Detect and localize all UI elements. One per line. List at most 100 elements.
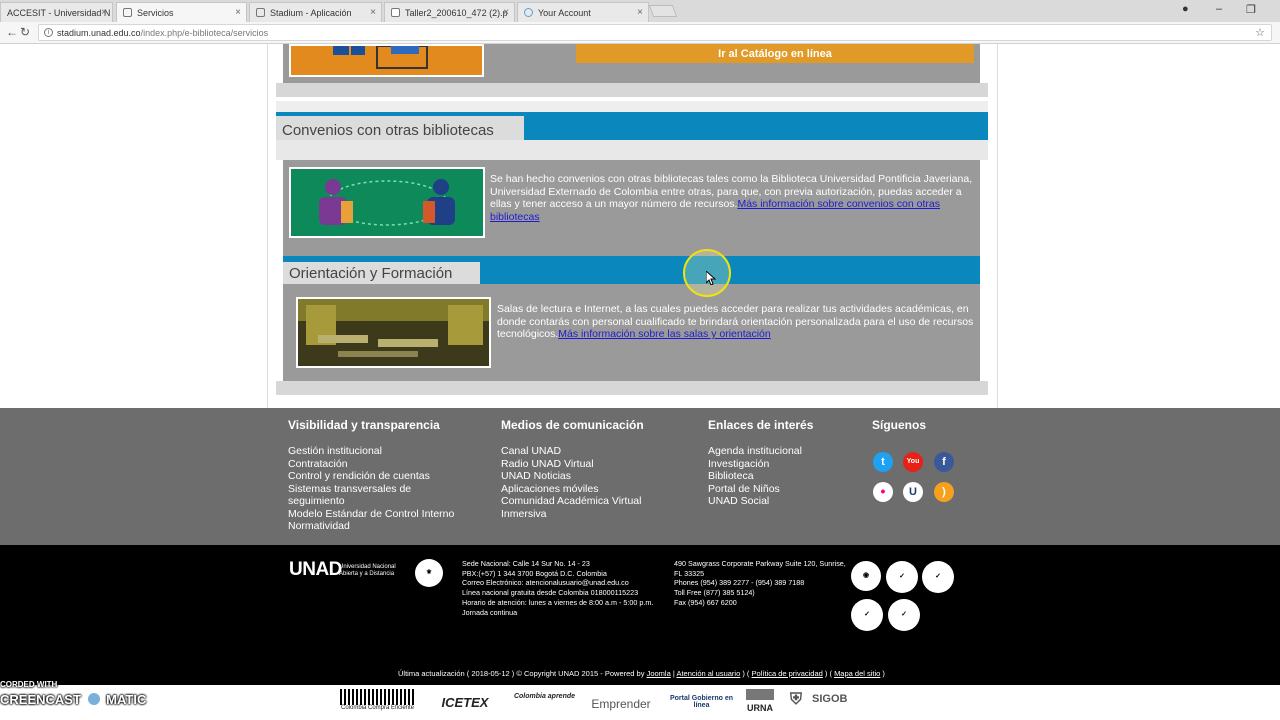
contact-line: Correo Electrónico: atencionalusuario@un… <box>462 578 629 588</box>
footer-link[interactable]: Portal de Niños <box>708 483 813 496</box>
url-host: stadium.unad.edu.co <box>57 28 141 38</box>
sgs-badge-icon: ✓ <box>888 599 920 631</box>
partner-logo-gobierno-en-linea[interactable]: Portal Gobierno en línea <box>664 689 739 715</box>
footer-link[interactable]: seguimiento <box>288 495 454 508</box>
partner-logo-label: SIGOB <box>812 693 848 705</box>
footer-link[interactable]: UNAD Social <box>708 495 813 508</box>
us-contact-line: Fax (954) 667 6200 <box>674 597 737 607</box>
footer-contact: UNAD Universidad Nacional Abierta y a Di… <box>0 545 1280 685</box>
footer-link[interactable]: Canal UNAD <box>501 445 644 458</box>
partner-logo-icetex[interactable]: ICETEX <box>430 689 500 715</box>
new-tab-button[interactable] <box>648 5 678 17</box>
partner-logo-colombia-compra[interactable]: Colombia Compra Eficiente <box>340 689 415 715</box>
section-spacer <box>276 101 988 112</box>
partner-logos: Colombia Compra Eficiente ICETEX Colombi… <box>0 685 1280 720</box>
document-icon <box>391 8 400 17</box>
atencion-usuario-link[interactable]: Atención al usuario <box>676 669 740 678</box>
twitter-icon[interactable]: t <box>873 452 893 472</box>
unad-logo-text: UNAD <box>289 559 342 580</box>
shield-icon: ⛨ <box>790 691 803 708</box>
copyright-text: Última actualización ( 2018-05-12 ) © Co… <box>398 669 645 678</box>
restore-icon[interactable]: ❐ <box>1246 3 1256 16</box>
youtube-icon[interactable]: You <box>903 452 923 472</box>
copyright-line: Última actualización ( 2018-05-12 ) © Co… <box>398 669 885 678</box>
close-icon[interactable]: × <box>503 7 509 18</box>
footer-col-visibilidad: Visibilidad y transparencia Gestión inst… <box>288 418 454 533</box>
watermark-text: CORDED WITH <box>0 680 58 689</box>
contact-line: Sede Nacional: Calle 14 Sur No. 14 - 23 <box>462 559 590 568</box>
star-icon[interactable]: ☆ <box>1255 26 1265 39</box>
footer-link[interactable]: Biblioteca <box>708 470 813 483</box>
info-icon[interactable]: i <box>44 28 53 37</box>
user-profile-icon[interactable]: ● <box>1182 3 1189 15</box>
tab-label: Servicios <box>137 8 174 18</box>
certification-seal-icon: ◉ <box>851 561 881 591</box>
footer-link[interactable]: Control y rendición de cuentas <box>288 470 454 483</box>
orientacion-description: Salas de lectura e Internet, a las cuale… <box>497 303 977 341</box>
unad-icon[interactable]: U <box>903 482 923 502</box>
flickr-icon[interactable]: • <box>873 482 893 502</box>
orientacion-section-title: Orientación y Formación <box>283 262 480 284</box>
tab-taller2[interactable]: Taller2_200610_472 (2).p × <box>384 2 515 22</box>
footer-link[interactable]: Inmersiva <box>501 508 644 521</box>
us-contact-line: 490 Sawgrass Corporate Parkway Suite 120… <box>674 559 846 568</box>
footer-link[interactable]: Normatividad <box>288 520 454 533</box>
contact-line: Horario de atención: lunes a viernes de … <box>462 597 654 607</box>
footer-link[interactable]: Aplicaciones móviles <box>501 483 644 496</box>
footer-col-title: Síguenos <box>872 418 927 432</box>
partner-logo-colombia-aprende[interactable]: Colombia aprende <box>507 689 582 715</box>
tab-your-account[interactable]: Your Account × <box>517 2 649 22</box>
footer-link[interactable]: Agenda institucional <box>708 445 813 458</box>
footer-link[interactable]: Sistemas transversales de <box>288 483 454 496</box>
footer-link[interactable]: Gestión institucional <box>288 445 454 458</box>
unad-logo[interactable]: UNAD Universidad Nacional Abierta y a Di… <box>289 559 396 581</box>
url-input[interactable]: i stadium.unad.edu.co/index.php/e-biblio… <box>38 24 1272 41</box>
tab-stadium[interactable]: Stadium - Aplicación × <box>249 2 382 22</box>
joomla-link[interactable]: Joomla <box>647 669 671 678</box>
footer-link[interactable]: Investigación <box>708 458 813 471</box>
partner-logo-urna[interactable]: URNA <box>746 689 774 715</box>
tab-servicios[interactable]: Servicios × <box>116 2 247 23</box>
minimize-icon[interactable]: – <box>1216 3 1222 15</box>
url-path: /index.php/e-biblioteca/servicios <box>140 28 269 38</box>
close-icon[interactable]: × <box>235 7 241 18</box>
partner-logo-emprender[interactable]: Emprender <box>587 689 655 715</box>
panel-border <box>276 381 988 395</box>
reload-icon[interactable]: ↻ <box>20 25 30 39</box>
us-contact-line: Phones (954) 389 2277 - (954) 389 7188 <box>674 578 805 588</box>
footer-link[interactable]: Modelo Estándar de Control Interno <box>288 508 454 521</box>
unad-logo-subtitle: Universidad Nacional <box>339 564 396 570</box>
us-contact-line: Toll Free (877) 385 5124) <box>674 588 755 598</box>
tab-label: Your Account <box>538 8 591 18</box>
sgs-badge-icon: ✓ <box>851 599 883 631</box>
colombia-shield-icon: ⚜ <box>415 559 443 587</box>
tab-accesit[interactable]: ACCESIT - Universidad N × <box>0 2 113 22</box>
footer-col-title: Visibilidad y transparencia <box>288 418 440 432</box>
watermark-text: CREENCAST <box>0 692 81 707</box>
partner-logo-sigob[interactable]: ⛨ SIGOB <box>790 689 930 715</box>
convenios-section-title: Convenios con otras bibliotecas <box>276 116 524 140</box>
unad-favicon-icon <box>256 8 265 17</box>
footer-link[interactable]: Comunidad Académica Virtual <box>501 495 644 508</box>
politica-privacidad-link[interactable]: Política de privacidad <box>752 669 823 678</box>
catalog-online-button[interactable]: Ir al Catálogo en línea <box>576 44 974 63</box>
close-icon[interactable]: × <box>101 7 107 18</box>
footer-link[interactable]: UNAD Noticias <box>501 470 644 483</box>
rss-icon[interactable]: ) <box>934 482 954 502</box>
unad-favicon-icon <box>123 8 132 17</box>
footer-col-title: Enlaces de interés <box>708 418 814 432</box>
back-arrow-icon[interactable]: ← <box>6 25 18 39</box>
facebook-icon[interactable]: f <box>934 452 954 472</box>
orientacion-image <box>296 297 491 368</box>
mapa-sitio-link[interactable]: Mapa del sitio <box>834 669 880 678</box>
footer-link[interactable]: Radio UNAD Virtual <box>501 458 644 471</box>
convenios-image <box>289 167 485 238</box>
orientacion-more-info-link[interactable]: Más información sobre las salas y orient… <box>558 328 770 340</box>
footer-link[interactable]: Contratación <box>288 458 454 471</box>
us-contact-line: FL 33325 <box>674 568 705 578</box>
close-icon[interactable]: × <box>370 7 376 18</box>
partner-logo-label: Colombia Compra Eficiente <box>340 705 415 711</box>
mouse-pointer-icon <box>706 271 716 285</box>
sgs-badge-icon: ✓ <box>886 561 918 593</box>
close-icon[interactable]: × <box>637 7 643 18</box>
